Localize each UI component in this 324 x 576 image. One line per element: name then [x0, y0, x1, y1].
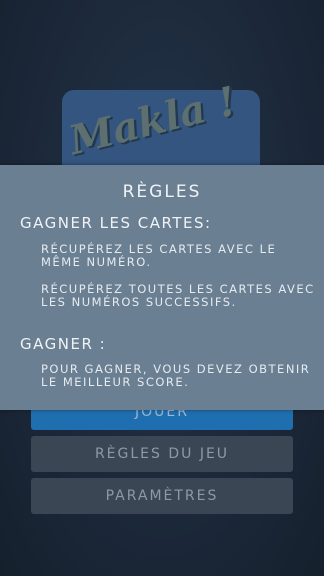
rules-title: RÈGLES — [122, 182, 202, 202]
section-title-win: Gagner : — [20, 335, 107, 353]
settings-button[interactable]: Paramètres — [31, 478, 293, 514]
rules-button[interactable]: Règles du jeu — [31, 436, 293, 472]
rule-same-number: Récupérez les cartes avec le même numéro… — [41, 242, 277, 269]
section-title-win-cards: Gagner les cartes: — [20, 214, 212, 232]
rule-successive-numbers: Récupérez toutes les cartes avec les num… — [41, 282, 315, 309]
rules-dialog[interactable]: RÈGLES Gagner les cartes: Récupérez les … — [0, 165, 324, 410]
rule-best-score: Pour gagner, vous devez obtenir le meill… — [41, 362, 311, 389]
